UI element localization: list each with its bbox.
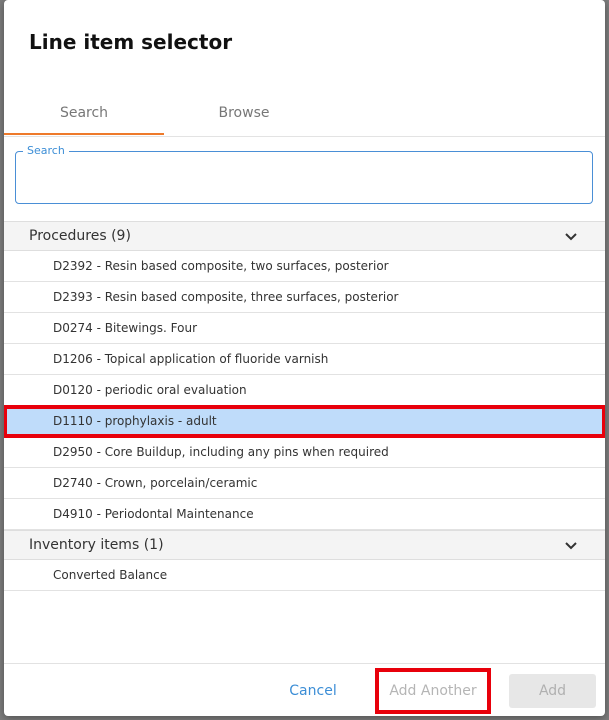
list-item-label: D2392 - Resin based composite, two surfa…	[53, 259, 389, 273]
list-item-label: D2950 - Core Buildup, including any pins…	[53, 445, 389, 459]
cancel-button[interactable]: Cancel	[276, 676, 350, 706]
dialog-footer: Cancel Add Another Add	[4, 663, 605, 716]
group-title: Procedures (9)	[29, 228, 131, 244]
group-header-procedures[interactable]: Procedures (9)	[4, 221, 605, 251]
list-item[interactable]: D4910 - Periodontal Maintenance	[4, 499, 605, 530]
list-item-label: D0274 - Bitewings. Four	[53, 321, 197, 335]
list-item-label: D1110 - prophylaxis - adult	[53, 414, 217, 428]
chevron-down-icon[interactable]	[563, 228, 579, 244]
list-item[interactable]: D2740 - Crown, porcelain/ceramic	[4, 468, 605, 499]
search-label: Search	[23, 144, 69, 157]
tab-browse[interactable]: Browse	[164, 96, 324, 135]
line-item-selector-dialog: Line item selector Search Browse Search …	[4, 0, 605, 716]
group-header-inventory[interactable]: Inventory items (1)	[4, 530, 605, 560]
list-item[interactable]: Converted Balance	[4, 560, 605, 591]
search-field[interactable]: Search	[15, 144, 593, 204]
search-input[interactable]	[26, 166, 580, 192]
line-item-list: Procedures (9) D2392 - Resin based compo…	[4, 221, 605, 591]
chevron-down-icon[interactable]	[563, 537, 579, 553]
list-item-label: D2740 - Crown, porcelain/ceramic	[53, 476, 258, 490]
add-button[interactable]: Add	[509, 674, 596, 708]
tab-search[interactable]: Search	[4, 96, 164, 135]
dialog-title: Line item selector	[29, 30, 233, 54]
list-item-label: D0120 - periodic oral evaluation	[53, 383, 247, 397]
list-item[interactable]: D2950 - Core Buildup, including any pins…	[4, 437, 605, 468]
list-item-label: D1206 - Topical application of fluoride …	[53, 352, 329, 366]
list-item[interactable]: D0120 - periodic oral evaluation	[4, 375, 605, 406]
group-title: Inventory items (1)	[29, 537, 164, 553]
list-item[interactable]: D0274 - Bitewings. Four	[4, 313, 605, 344]
list-item[interactable]: D2392 - Resin based composite, two surfa…	[4, 251, 605, 282]
list-item[interactable]: D1206 - Topical application of fluoride …	[4, 344, 605, 375]
add-another-button[interactable]: Add Another	[375, 668, 491, 714]
list-item-label: D4910 - Periodontal Maintenance	[53, 507, 254, 521]
list-item-selected[interactable]: D1110 - prophylaxis - adult	[4, 405, 605, 438]
list-item-label: Converted Balance	[53, 568, 168, 582]
tab-bar: Search Browse	[4, 96, 605, 137]
list-item[interactable]: D2393 - Resin based composite, three sur…	[4, 282, 605, 313]
list-item-label: D2393 - Resin based composite, three sur…	[53, 290, 399, 304]
